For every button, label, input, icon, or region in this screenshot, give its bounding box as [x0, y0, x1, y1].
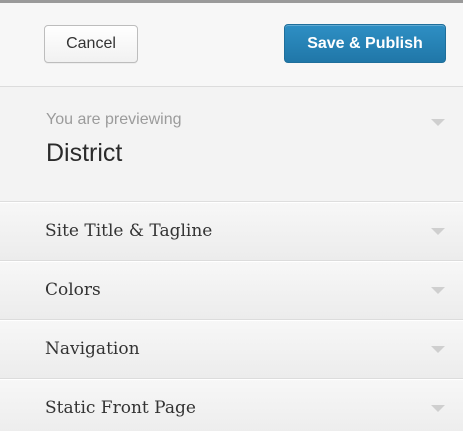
section-label: Site Title & Tagline [45, 221, 213, 241]
section-site-title-tagline[interactable]: Site Title & Tagline [0, 202, 463, 261]
section-label: Navigation [45, 339, 140, 359]
chevron-down-icon [431, 119, 445, 126]
chevron-down-icon [431, 405, 445, 412]
section-colors[interactable]: Colors [0, 261, 463, 320]
customizer-panel: Cancel Save & Publish You are previewing… [0, 0, 463, 431]
theme-preview-section[interactable]: You are previewing District [0, 87, 463, 202]
section-static-front-page[interactable]: Static Front Page [0, 379, 463, 431]
save-publish-button[interactable]: Save & Publish [284, 24, 446, 63]
chevron-down-icon [431, 346, 445, 353]
section-label: Colors [45, 280, 101, 300]
customizer-header: Cancel Save & Publish [0, 3, 463, 87]
cancel-button[interactable]: Cancel [44, 25, 138, 63]
chevron-down-icon [431, 228, 445, 235]
chevron-down-icon [431, 287, 445, 294]
preview-label: You are previewing [46, 111, 182, 128]
section-label: Static Front Page [45, 398, 196, 418]
section-navigation[interactable]: Navigation [0, 320, 463, 379]
theme-name: District [46, 139, 123, 167]
